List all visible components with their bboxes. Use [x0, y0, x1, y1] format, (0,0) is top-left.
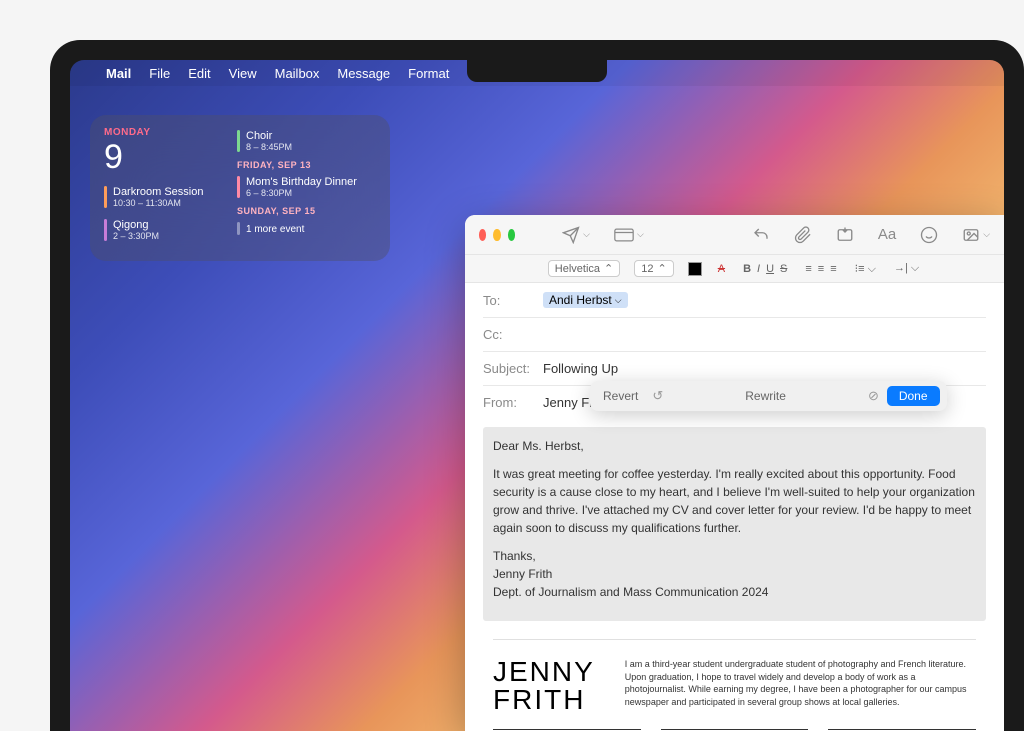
minimize-button[interactable] — [493, 229, 500, 241]
font-size-select[interactable]: 12⌃ — [634, 260, 673, 277]
calendar-day-number: 9 — [104, 138, 219, 177]
undo-icon[interactable]: ↺ — [652, 388, 663, 404]
align-center-icon[interactable]: ≡ — [816, 263, 826, 275]
menu-format[interactable]: Format — [408, 66, 449, 81]
calendar-widget[interactable]: MONDAY 9 Darkroom Session 10:30 – 11:30A… — [90, 115, 390, 261]
notch — [467, 60, 607, 82]
menu-file[interactable]: File — [149, 66, 170, 81]
body-greeting: Dear Ms. Herbst, — [493, 437, 976, 455]
menu-edit[interactable]: Edit — [188, 66, 210, 81]
event-color-bar — [237, 130, 240, 152]
format-icon[interactable]: Aa — [878, 226, 896, 243]
redo-icon[interactable]: ⊘ — [868, 388, 879, 404]
event-color-bar — [104, 186, 107, 208]
body-paragraph: It was great meeting for coffee yesterda… — [493, 465, 976, 537]
indent-icon[interactable]: →| ⌵ — [892, 262, 921, 275]
list-bullet-icon[interactable]: ⁝≡ ⌵ — [853, 262, 878, 276]
calendar-day-label: MONDAY — [104, 127, 219, 138]
recipient-chip[interactable]: Andi Herbst⌵ — [543, 292, 628, 308]
emoji-icon[interactable] — [920, 226, 938, 244]
close-button[interactable] — [479, 229, 486, 241]
font-family-select[interactable]: Helvetica⌃ — [548, 260, 620, 277]
rewrite-button[interactable]: Rewrite — [739, 386, 792, 406]
link-icon[interactable] — [836, 226, 854, 244]
menu-mailbox[interactable]: Mailbox — [275, 66, 320, 81]
text-color-swatch[interactable] — [688, 262, 702, 276]
photo-icon[interactable]: ⌵ — [962, 226, 990, 244]
cv-bio: I am a third-year student undergraduate … — [625, 658, 976, 714]
event-color-bar — [237, 222, 240, 235]
italic-button[interactable]: I — [755, 263, 762, 275]
cv-attachment: JENNY FRITH I am a third-year student un… — [493, 639, 976, 731]
calendar-date-header: SUNDAY, SEP 15 — [237, 206, 376, 216]
calendar-event[interactable]: Mom's Birthday Dinner 6 – 8:30PM — [237, 173, 376, 201]
cv-first-name: JENNY — [493, 658, 595, 686]
app-menu[interactable]: Mail — [106, 66, 131, 81]
send-icon[interactable]: ⌵ — [562, 226, 590, 244]
to-field-row[interactable]: To: Andi Herbst⌵ — [483, 283, 986, 318]
rewrite-popup: Revert ↺ Rewrite ⊘ Done — [590, 381, 947, 411]
maximize-button[interactable] — [508, 229, 515, 241]
event-color-bar — [104, 219, 107, 241]
body-signoff: Thanks, Jenny Frith Dept. of Journalism … — [493, 547, 976, 601]
align-left-icon[interactable]: ≡ — [803, 263, 813, 275]
calendar-event[interactable]: Choir 8 – 8:45PM — [237, 127, 376, 155]
cv-last-name: FRITH — [493, 686, 595, 714]
strike-button[interactable]: S — [778, 263, 789, 275]
cc-field-row[interactable]: Cc: — [483, 318, 986, 352]
calendar-event[interactable]: Qigong 2 – 3:30PM — [104, 216, 219, 244]
header-popup-icon[interactable]: ⌵ — [614, 228, 644, 242]
subject-value: Following Up — [543, 361, 618, 376]
desktop-screen: Mail File Edit View Mailbox Message Form… — [70, 60, 1004, 731]
calendar-date-header: FRIDAY, SEP 13 — [237, 160, 376, 170]
align-right-icon[interactable]: ≡ — [828, 263, 838, 275]
mail-titlebar: ⌵ ⌵ Aa — [465, 215, 1004, 255]
bold-button[interactable]: B — [741, 263, 753, 275]
from-value: Jenny Fri — [543, 395, 596, 410]
cc-label: Cc: — [483, 327, 533, 342]
event-color-bar — [237, 176, 240, 198]
strikethrough-icon[interactable]: A — [716, 263, 727, 275]
menu-message[interactable]: Message — [337, 66, 390, 81]
done-button[interactable]: Done — [887, 386, 940, 406]
laptop-frame: Mail File Edit View Mailbox Message Form… — [50, 40, 1024, 731]
mail-compose-window: ⌵ ⌵ Aa — [465, 215, 1004, 731]
underline-button[interactable]: U — [764, 263, 776, 275]
to-label: To: — [483, 293, 533, 308]
from-label: From: — [483, 395, 533, 410]
menu-view[interactable]: View — [229, 66, 257, 81]
subject-label: Subject: — [483, 361, 533, 376]
attach-icon[interactable] — [794, 226, 812, 244]
format-bar: Helvetica⌃ 12⌃ A B I U S ≡ ≡ ≡ — [465, 255, 1004, 283]
email-body-selection[interactable]: Dear Ms. Herbst, It was great meeting fo… — [483, 427, 986, 621]
reply-icon[interactable] — [752, 226, 770, 244]
revert-button[interactable]: Revert — [597, 386, 644, 406]
calendar-event[interactable]: Darkroom Session 10:30 – 11:30AM — [104, 183, 219, 211]
calendar-more-events[interactable]: 1 more event — [237, 219, 376, 238]
